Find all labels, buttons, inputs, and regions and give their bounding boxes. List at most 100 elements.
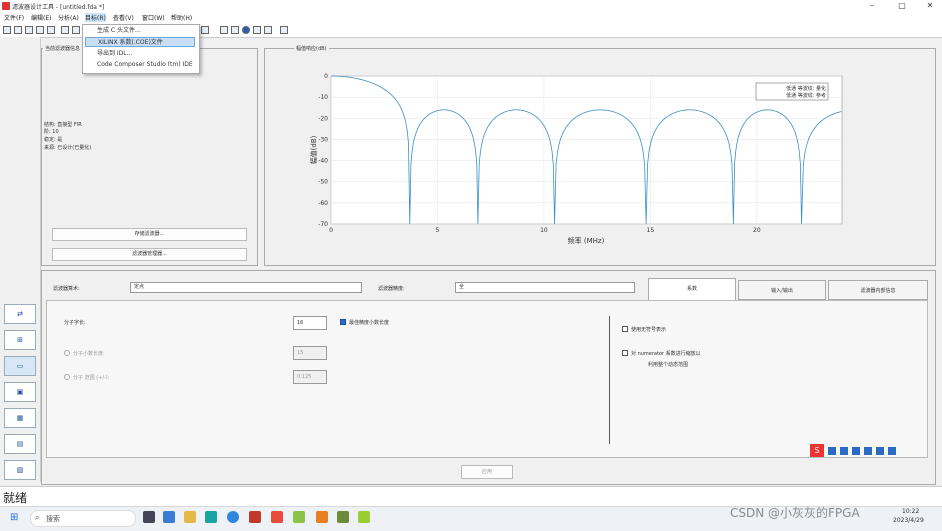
y-tick-label: -10 [318, 94, 328, 101]
coefficients-icon[interactable] [253, 26, 261, 34]
apply-button[interactable]: 应用 [461, 465, 513, 479]
filter-structure: 结构: 直接型 FIR [44, 122, 82, 128]
best-precision-checkbox[interactable] [340, 319, 346, 325]
ime-voice-icon[interactable] [852, 447, 860, 455]
y-tick-label: -30 [318, 136, 328, 143]
zoom-out-icon[interactable] [72, 26, 80, 34]
app-icon-olive[interactable] [337, 511, 349, 523]
y-tick-label: -60 [318, 200, 328, 207]
clock-date: 2023/4/29 [893, 517, 924, 524]
filter-info-icon[interactable] [264, 26, 272, 34]
tab-filter-internals[interactable]: 滤波器内部信息 [828, 280, 928, 300]
quantize-icon[interactable]: ▭ [4, 356, 36, 376]
menu-item-xilinx-coe[interactable]: XILINX 系数(.COE)文件 [85, 37, 195, 47]
y-tick-label: 0 [324, 73, 328, 80]
menu-analysis[interactable]: 分析(A) [58, 13, 79, 22]
filter-manager-button[interactable]: 滤波器管理器... [52, 248, 247, 261]
scale-checkbox[interactable] [622, 350, 628, 356]
help-icon[interactable] [280, 26, 288, 34]
wps-icon[interactable] [271, 511, 283, 523]
menu-item-c-header[interactable]: 生成 C 头文件... [85, 26, 195, 36]
menu-window[interactable]: 窗口(W) [142, 13, 165, 22]
close-button[interactable]: ✕ [920, 0, 940, 12]
status-text: 就绪 [3, 491, 28, 505]
window-title: 滤波器设计工具 - [untitled.fda *] [12, 4, 105, 11]
menu-target[interactable]: 目标(R) [85, 13, 106, 22]
menu-edit[interactable]: 编辑(E) [31, 13, 51, 22]
pole-zero-editor-icon[interactable]: ▦ [4, 408, 36, 428]
phase-response-icon[interactable] [220, 26, 228, 34]
print-preview-icon[interactable] [47, 26, 55, 34]
y-tick-label: -50 [318, 179, 328, 186]
ime-keyboard-icon[interactable] [864, 447, 872, 455]
task-view-icon[interactable] [143, 511, 155, 523]
coefficients-tab-content [46, 300, 928, 458]
scale-label-2: 利用整个动态范围 [648, 362, 689, 368]
maximize-button[interactable]: ▢ [892, 0, 912, 12]
filter-arithmetic-select[interactable]: 定点 [130, 282, 362, 293]
x-axis-label: 频率 (MHz) [568, 236, 605, 245]
numerator-range-radio[interactable] [64, 374, 70, 380]
save-icon[interactable] [25, 26, 33, 34]
open-icon[interactable] [14, 26, 22, 34]
x-tick-label: 5 [436, 227, 440, 234]
watermark: CSDN @小灰灰的FPGA [730, 506, 860, 520]
design-filter-icon[interactable]: ▨ [4, 460, 36, 480]
app-icon-lime[interactable] [358, 511, 370, 523]
print-icon[interactable] [36, 26, 44, 34]
browser-icon[interactable] [227, 511, 239, 523]
unsigned-checkbox[interactable] [622, 326, 628, 332]
precision-label: 滤波器精度: [378, 286, 405, 292]
app-icon-green[interactable] [293, 511, 305, 523]
zoom-in-icon[interactable] [61, 26, 69, 34]
chat-icon[interactable] [163, 511, 175, 523]
ime-lang-icon[interactable] [828, 447, 836, 455]
minimize-button[interactable]: – [862, 0, 882, 12]
filter-info-title: 当前滤波器信息 [43, 45, 83, 52]
multirate-icon[interactable]: ▤ [4, 434, 36, 454]
x-tick-label: 10 [540, 227, 548, 234]
menu-item-export-idl[interactable]: 导出到 IDL... [85, 49, 195, 59]
realize-model-icon[interactable]: ⊞ [4, 330, 36, 350]
ime-punct-icon[interactable] [840, 447, 848, 455]
search-label: 搜索 [46, 515, 60, 523]
file-explorer-icon[interactable] [184, 511, 196, 523]
edge-icon[interactable] [205, 511, 217, 523]
divider [609, 316, 610, 444]
y-tick-label: -40 [318, 158, 328, 165]
y-tick-label: -20 [318, 115, 328, 122]
numerator-range-input[interactable]: 0.125 [293, 370, 327, 384]
ime-logo-icon[interactable]: S [810, 444, 824, 457]
import-icon[interactable]: ▣ [4, 382, 36, 402]
x-tick-label: 0 [329, 227, 333, 234]
group-delay-icon[interactable] [231, 26, 239, 34]
title-bar: 滤波器设计工具 - [untitled.fda *] – ▢ ✕ [0, 0, 942, 12]
arith-label: 滤波器算术: [53, 286, 80, 292]
menu-item-ccs-ide[interactable]: Code Composer Studio (tm) IDE [85, 60, 195, 70]
info-icon[interactable] [242, 26, 250, 34]
tab-input-output[interactable]: 输入/输出 [738, 280, 826, 300]
transform-icon[interactable]: ⇄ [4, 304, 36, 324]
ime-skin-icon[interactable] [876, 447, 884, 455]
taskbar-search[interactable]: ⌕ 搜索 [30, 510, 136, 527]
matlab-icon[interactable] [316, 511, 328, 523]
ime-menu-icon[interactable] [888, 447, 896, 455]
numerator-frac-input[interactable]: 15 [293, 346, 327, 360]
app-icon-red[interactable] [249, 511, 261, 523]
store-filter-button[interactable]: 存储滤波器... [52, 228, 247, 241]
y-tick-label: -70 [318, 221, 328, 228]
filter-precision-select[interactable]: 全 [455, 282, 635, 293]
new-icon[interactable] [3, 26, 11, 34]
menu-help[interactable]: 帮助(H) [171, 13, 192, 22]
scale-label-1: 对 numerator 系数进行缩放以 [631, 351, 701, 357]
menu-file[interactable]: 文件(F) [4, 13, 24, 22]
tab-coefficients[interactable]: 系数 [648, 278, 736, 300]
menu-view[interactable]: 查看(V) [113, 13, 134, 22]
filter-stable: 稳定: 是 [44, 137, 63, 143]
start-icon[interactable]: ⊞ [10, 512, 18, 523]
numerator-frac-label: 分子小数长度: [73, 351, 105, 357]
numerator-frac-radio[interactable] [64, 350, 70, 356]
magnitude-response-icon[interactable] [201, 26, 209, 34]
x-tick-label: 20 [753, 227, 761, 234]
numerator-wordlength-input[interactable]: 16 [293, 316, 327, 330]
